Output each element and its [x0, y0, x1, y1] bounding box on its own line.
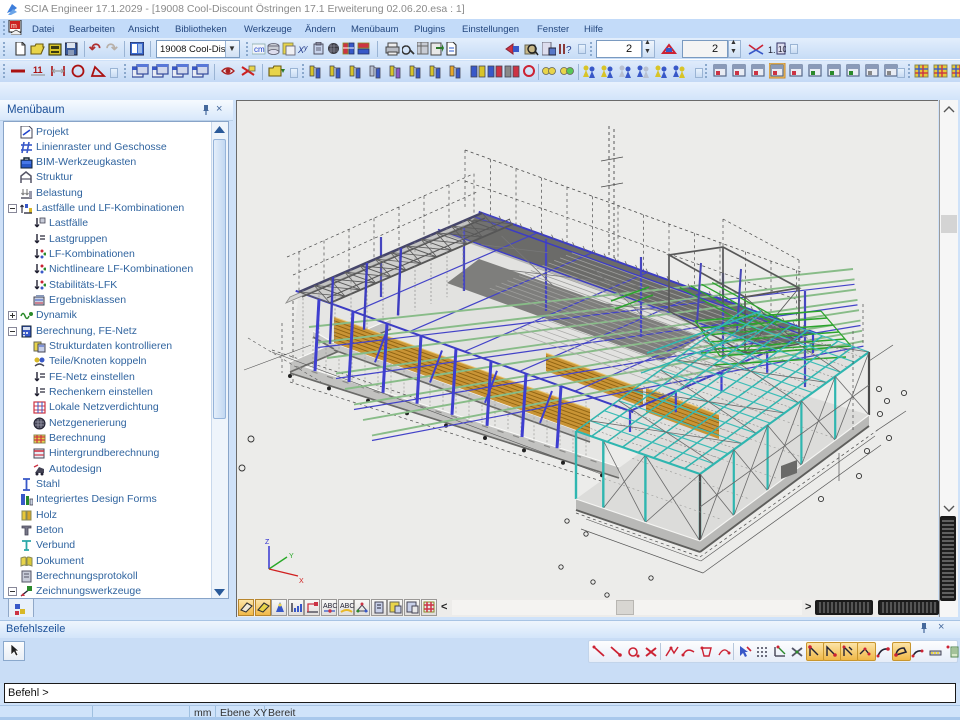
svg-text:10: 10	[778, 45, 786, 54]
svg-text:m: m	[11, 23, 17, 30]
svg-text:cm: cm	[254, 45, 265, 54]
svg-text:11: 11	[33, 65, 43, 75]
svg-text:?: ?	[566, 45, 572, 56]
svg-text:y: y	[303, 45, 308, 52]
svg-text:1.: 1.	[768, 45, 776, 55]
svg-text:ABC: ABC	[323, 603, 337, 610]
svg-text:X: X	[299, 578, 304, 585]
svg-text:Y: Y	[289, 553, 294, 560]
svg-text:Z: Z	[265, 539, 270, 546]
svg-text:ABC: ABC	[340, 603, 354, 610]
